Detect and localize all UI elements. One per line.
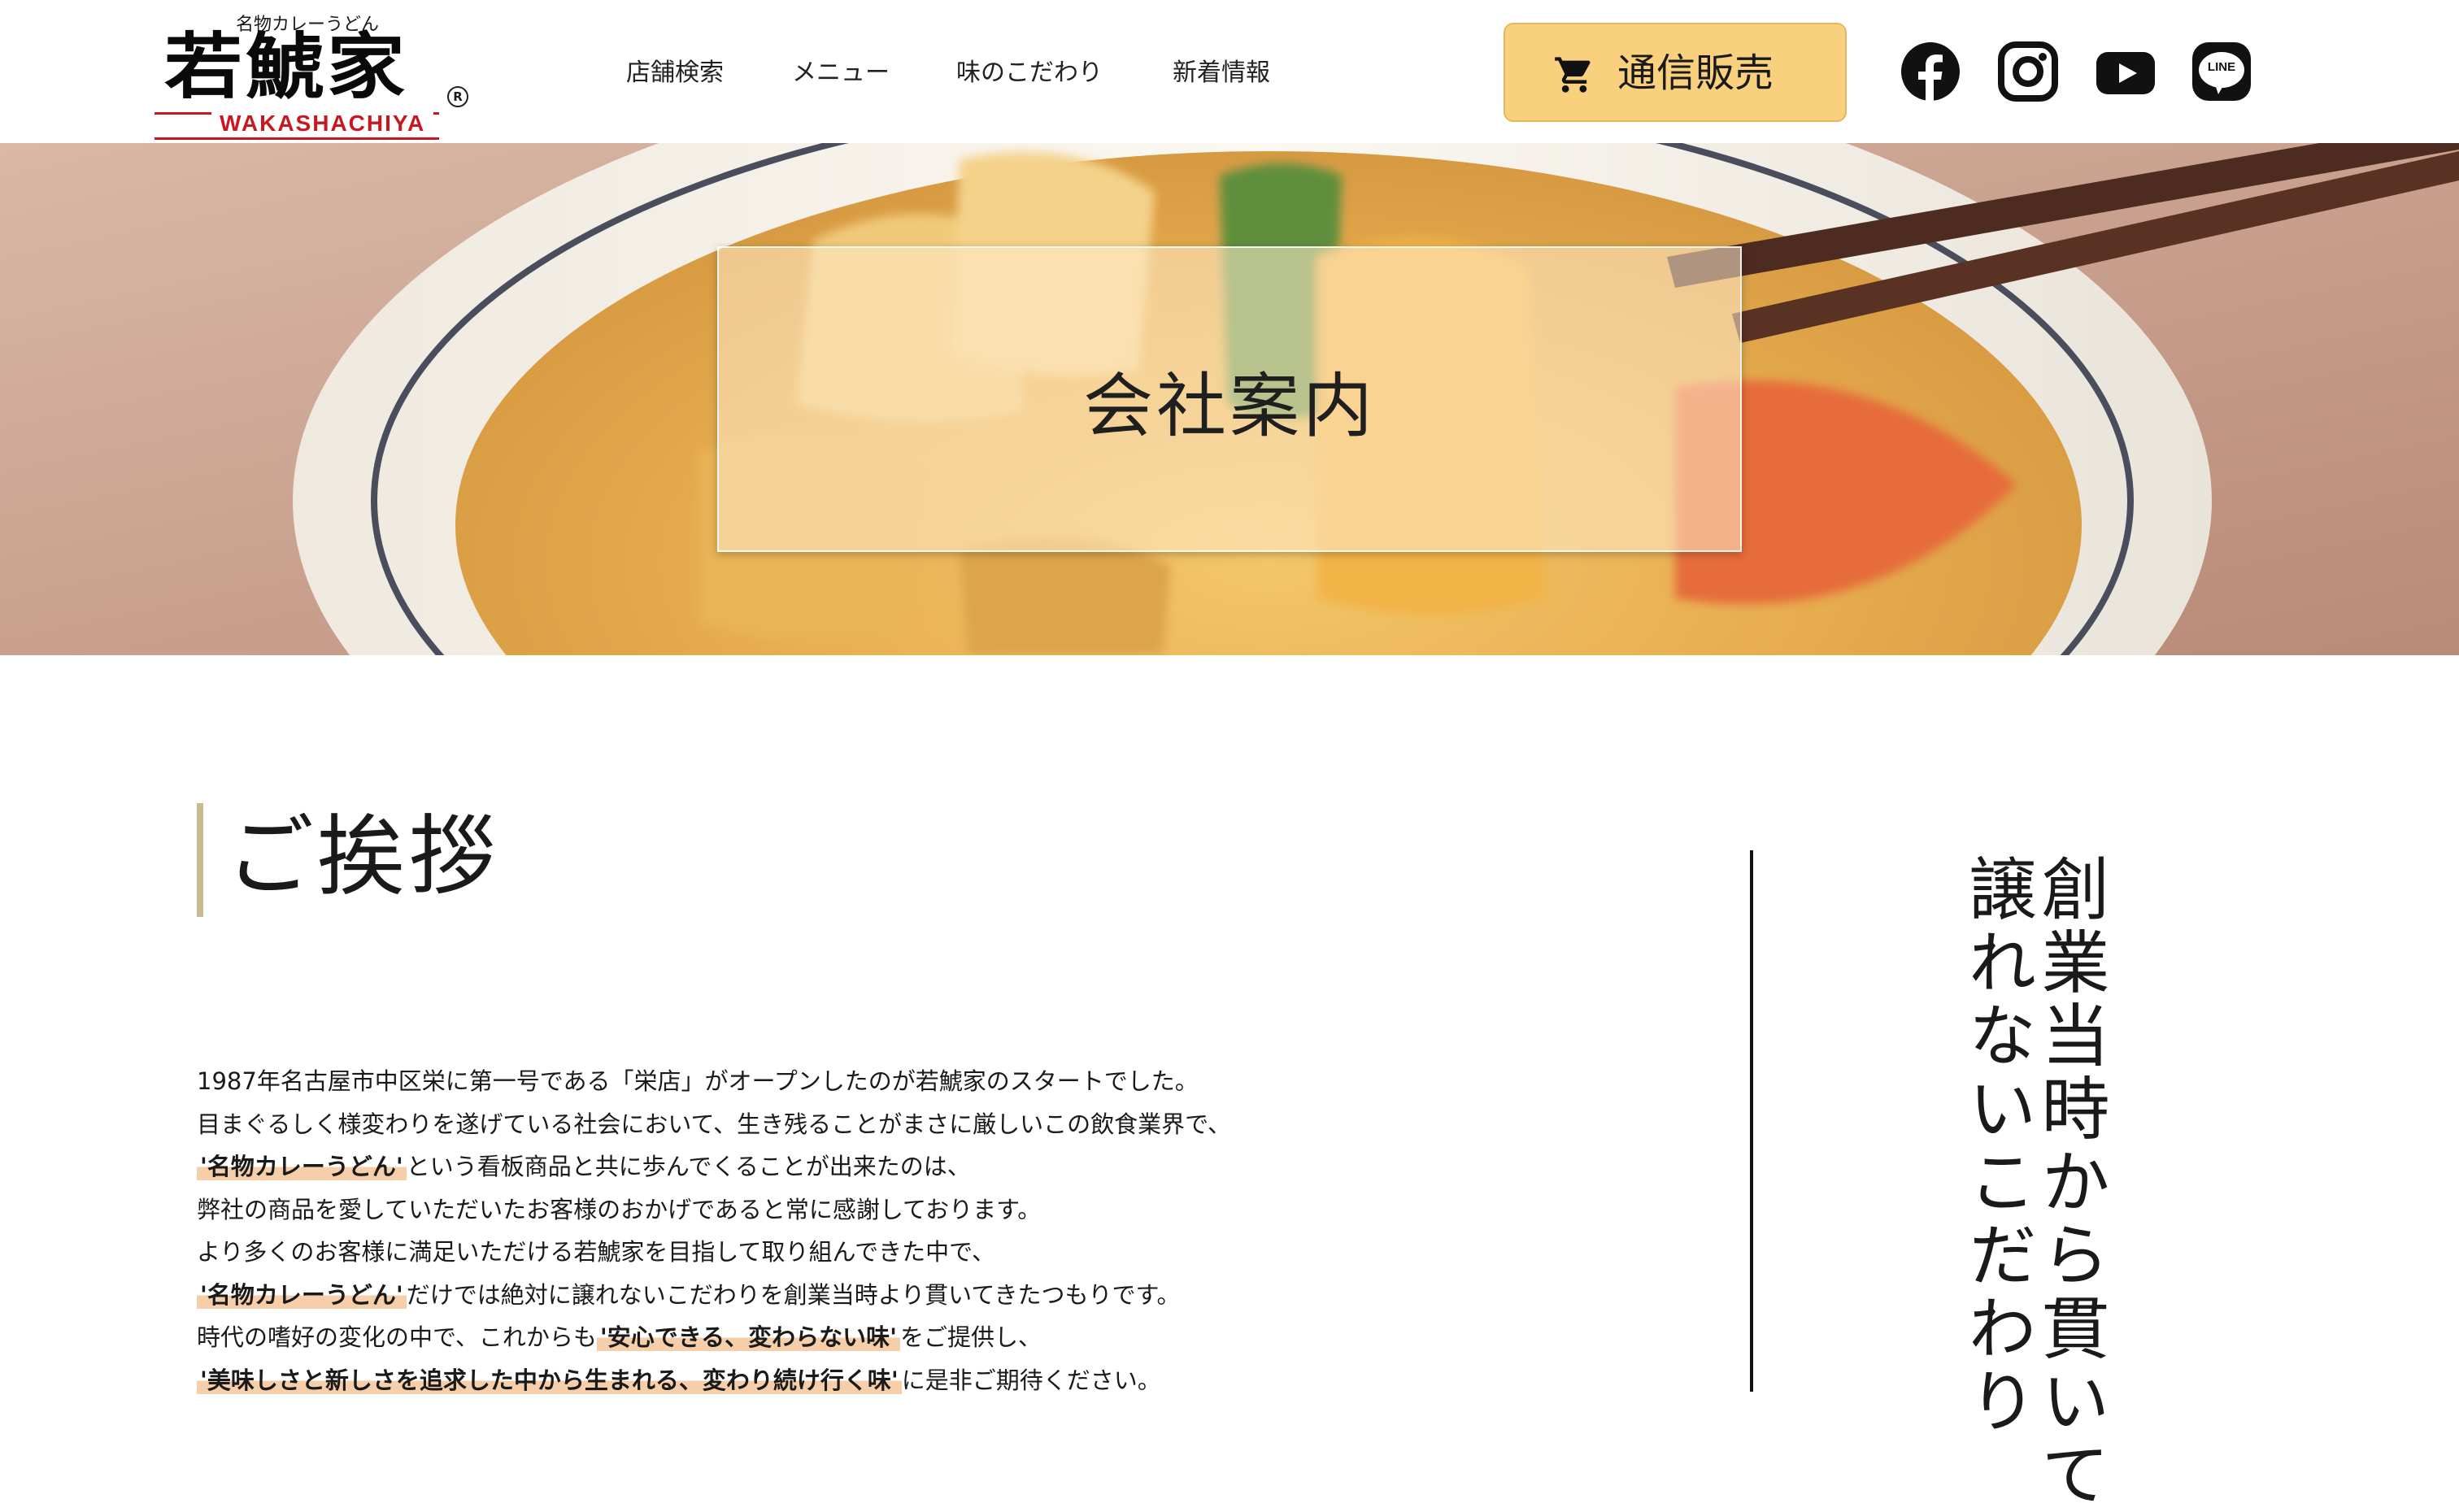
registered-mark: R [447,86,468,107]
highlight-text: '美味しさと新しさを追求した中から生まれる、変わり続け行く味' [197,1366,902,1394]
highlight-text: '安心できる、変わらない味' [596,1323,901,1351]
logo-romaji: WAKASHACHIYA [211,110,434,137]
greeting-line: '名物カレーうどん' という看板商品と共に歩んでくることが出来たのは、 [197,1145,1579,1188]
greeting-line: 弊社の商品を愛していただいたお客様のおかげであると常に感謝しております。 [197,1188,1579,1232]
youtube-icon[interactable] [2095,41,2157,102]
greeting-line: 時代の嗜好の変化の中で、これからも '安心できる、変わらない味' をご提供し、 [197,1316,1579,1359]
greeting-line: '名物カレーうどん' だけでは絶対に譲れないこだわりを創業当時より貫いてきたつもり… [197,1274,1579,1317]
site-header: 名物カレーうどん 若鯱家 R WAKASHACHIYA 店舗検索 メニュー 味の… [0,0,2459,143]
site-logo[interactable]: 名物カレーうどん 若鯱家 R WAKASHACHIYA [155,7,480,140]
page-title: 会社案内 [1083,365,1376,447]
instagram-icon[interactable] [1997,41,2059,102]
greeting-heading: ご挨拶 [226,806,500,908]
greeting-line: より多くのお客様に満足いただける若鯱家を目指して取り組んできた中で、 [197,1231,1579,1274]
line-text: に是非ご期待ください。 [901,1366,1161,1394]
highlight-text: '名物カレーうどん' [197,1280,407,1309]
line-text: 時代の嗜好の変化の中で、これからも [197,1323,597,1351]
line-text: という看板商品と共に歩んでくることが出来たのは、 [406,1153,971,1180]
line-text: をご提供し、 [900,1323,1042,1351]
greeting-body: 1987年名古屋市中区栄に第一号である「栄店」がオープンしたのが若鯱家のスタート… [197,1060,1579,1401]
facebook-icon[interactable] [1900,41,1961,102]
line-text: より多くのお客様に満足いただける若鯱家を目指して取り組んできた中で、 [197,1238,995,1266]
cart-icon [1555,57,1591,93]
nav-store-search[interactable]: 店舗検索 [626,57,724,89]
logo-band: WAKASHACHIYA [155,110,439,140]
greeting-line: '美味しさと新しさを追求した中から生まれる、変わり続け行く味' に是非ご期待くださ… [197,1359,1579,1402]
heading-accent-bar [197,803,203,917]
nav-taste[interactable]: 味のこだわり [956,57,1103,89]
vertical-slogan-line-1: 創業当時から貫いて [2030,854,2110,1512]
online-shop-label: 通信販売 [1617,50,1774,96]
nav-news[interactable]: 新着情報 [1173,57,1270,89]
vertical-slogan-line-2: 譲れないこだわり [1957,854,2037,1439]
hero-banner: 会社案内 [0,143,2459,655]
line-icon[interactable]: LINE [2191,41,2252,102]
hero-title-box: 会社案内 [717,246,1742,552]
logo-name: 若鯱家 [164,24,408,109]
line-text: だけでは絶対に譲れないこだわりを創業当時より貫いてきたつもりです。 [406,1280,1181,1309]
highlight-text: '名物カレーうどん' [197,1153,407,1180]
line-text: 目まぐるしく様変わりを遂げている社会において、生き残ることがまさに厳しいこの飲食… [197,1110,1231,1138]
online-shop-button[interactable]: 通信販売 [1504,23,1847,122]
nav-menu[interactable]: メニュー [792,57,890,89]
line-text: 1987年名古屋市中区栄に第一号である「栄店」がオープンしたのが若鯱家のスタート… [197,1067,1199,1095]
greeting-line: 目まぐるしく様変わりを遂げている社会において、生き残ることがまさに厳しいこの飲食… [197,1103,1579,1146]
line-icon-text: LINE [2207,60,2236,74]
greeting-line: 1987年名古屋市中区栄に第一号である「栄店」がオープンしたのが若鯱家のスタート… [197,1060,1579,1103]
vertical-divider [1750,850,1753,1392]
line-text: 弊社の商品を愛していただいたお客様のおかげであると常に感謝しております。 [197,1195,1042,1223]
